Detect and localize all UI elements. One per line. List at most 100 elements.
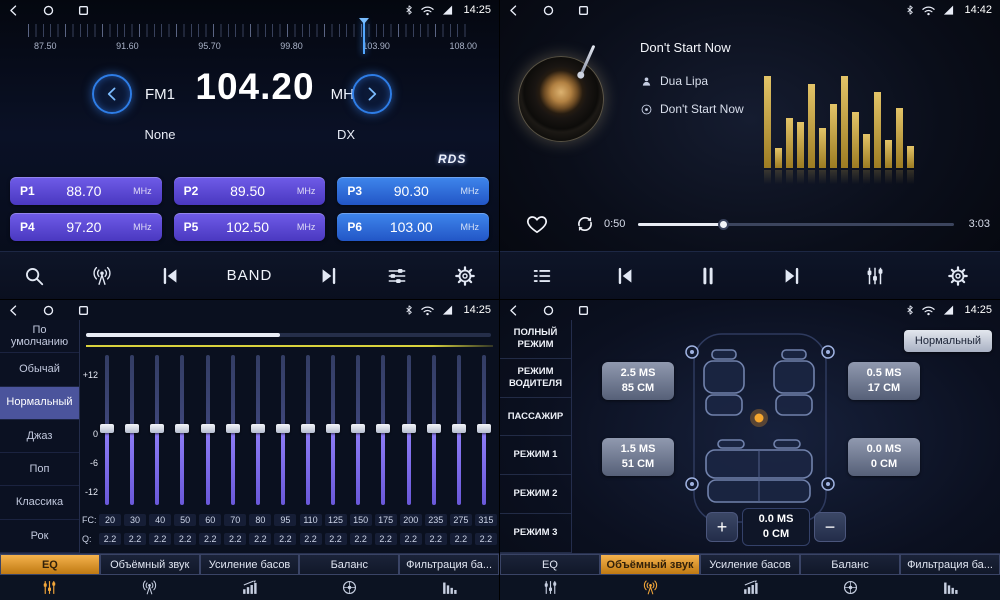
delay-decrease-button[interactable]: −	[814, 512, 846, 542]
radio-preset[interactable]: P2 89.50 MHz	[174, 177, 326, 205]
settings-gear-icon[interactable]	[947, 265, 969, 287]
bass-tab-icon-cell[interactable]	[700, 579, 800, 596]
tab-filter[interactable]: Фильтрация ба...	[900, 554, 1000, 575]
mode-driver[interactable]: РЕЖИМ ВОДИТЕЛЯ	[500, 359, 571, 398]
eq-slider-handle[interactable]	[175, 424, 189, 433]
back-icon[interactable]	[8, 5, 19, 16]
filter-tab-icon-cell[interactable]	[399, 579, 499, 596]
back-icon[interactable]	[508, 305, 519, 316]
eq-scrollbar-thumb[interactable]	[86, 333, 280, 337]
pause-icon[interactable]	[697, 265, 719, 287]
progress-track[interactable]	[638, 223, 954, 226]
home-icon[interactable]	[43, 305, 54, 316]
surround-tab-icon-cell[interactable]	[600, 579, 700, 596]
playlist-queue-icon[interactable]	[531, 265, 553, 287]
eq-band-slider[interactable]	[276, 355, 290, 505]
tab-bass-boost[interactable]: Усиление басов	[200, 554, 300, 575]
eq-preset-item[interactable]: Классика	[0, 486, 79, 519]
delay-rear-left[interactable]: 1.5 MS 51 CM	[602, 438, 674, 476]
mode-1[interactable]: РЕЖИМ 1	[500, 436, 571, 475]
radio-preset[interactable]: P5 102.50 MHz	[174, 213, 326, 241]
eq-slider-handle[interactable]	[150, 424, 164, 433]
tab-balance[interactable]: Баланс	[299, 554, 399, 575]
back-icon[interactable]	[8, 305, 19, 316]
eq-preset-item[interactable]: Поп	[0, 453, 79, 486]
recents-icon[interactable]	[578, 305, 589, 316]
eq-preset-item[interactable]: Рок	[0, 520, 79, 553]
eq-band-slider[interactable]	[201, 355, 215, 505]
eq-preset-item[interactable]: По умолчанию	[0, 320, 79, 353]
eq-preset-item[interactable]: Обычай	[0, 353, 79, 386]
tab-bass-boost[interactable]: Усиление басов	[700, 554, 800, 575]
balance-tab-icon-cell[interactable]	[800, 579, 900, 596]
home-icon[interactable]	[543, 305, 554, 316]
tab-balance[interactable]: Баланс	[800, 554, 900, 575]
broadcast-antenna-icon[interactable]	[91, 265, 113, 287]
equalizer-sliders-icon[interactable]	[864, 265, 886, 287]
settings-gear-icon[interactable]	[454, 265, 476, 287]
next-track-icon[interactable]	[781, 265, 803, 287]
eq-slider-handle[interactable]	[427, 424, 441, 433]
dx-mode-label[interactable]: DX	[316, 127, 376, 142]
delay-front-left[interactable]: 2.5 MS 85 CM	[602, 362, 674, 400]
eq-band-slider[interactable]	[351, 355, 365, 505]
filter-tab-icon-cell[interactable]	[900, 579, 1000, 596]
eq-slider-handle[interactable]	[351, 424, 365, 433]
eq-band-slider[interactable]	[376, 355, 390, 505]
eq-preset-item-selected[interactable]: Нормальный	[0, 387, 79, 420]
eq-slider-handle[interactable]	[100, 424, 114, 433]
delay-increase-button[interactable]: +	[706, 512, 738, 542]
progress-knob[interactable]	[718, 219, 729, 230]
eq-tab-icon-cell[interactable]	[500, 579, 600, 596]
eq-tab-icon-cell[interactable]	[0, 579, 100, 596]
eq-band-slider[interactable]	[427, 355, 441, 505]
eq-preset-item[interactable]: Джаз	[0, 420, 79, 453]
bass-tab-icon-cell[interactable]	[200, 579, 300, 596]
mode-2[interactable]: РЕЖИМ 2	[500, 475, 571, 514]
eq-band-slider[interactable]	[100, 355, 114, 505]
eq-slider-handle[interactable]	[326, 424, 340, 433]
tab-filter[interactable]: Фильтрация ба...	[399, 554, 499, 575]
audio-settings-icon[interactable]	[386, 265, 408, 287]
delay-rear-right[interactable]: 0.0 MS 0 CM	[848, 438, 920, 476]
radio-preset[interactable]: P4 97.20 MHz	[10, 213, 162, 241]
mode-3[interactable]: РЕЖИМ 3	[500, 514, 571, 553]
eq-band-slider[interactable]	[226, 355, 240, 505]
eq-band-slider[interactable]	[175, 355, 189, 505]
scan-search-icon[interactable]	[23, 265, 45, 287]
delay-front-right[interactable]: 0.5 MS 17 CM	[848, 362, 920, 400]
tune-up-button[interactable]	[352, 74, 392, 114]
eq-band-slider[interactable]	[150, 355, 164, 505]
recents-icon[interactable]	[578, 5, 589, 16]
tab-surround[interactable]: Объёмный звук	[600, 554, 700, 575]
tab-eq[interactable]: EQ	[500, 554, 600, 575]
eq-slider-handle[interactable]	[201, 424, 215, 433]
eq-slider-handle[interactable]	[477, 424, 491, 433]
eq-band-slider[interactable]	[402, 355, 416, 505]
radio-preset[interactable]: P1 88.70 MHz	[10, 177, 162, 205]
seek-next-icon[interactable]	[318, 265, 340, 287]
eq-slider-handle[interactable]	[402, 424, 416, 433]
recents-icon[interactable]	[78, 5, 89, 16]
eq-slider-handle[interactable]	[125, 424, 139, 433]
eq-band-slider[interactable]	[301, 355, 315, 505]
tab-eq[interactable]: EQ	[0, 554, 100, 575]
recents-icon[interactable]	[78, 305, 89, 316]
eq-slider-handle[interactable]	[276, 424, 290, 433]
home-icon[interactable]	[43, 5, 54, 16]
tune-down-button[interactable]	[92, 74, 132, 114]
eq-band-slider[interactable]	[251, 355, 265, 505]
band-button[interactable]: BAND	[227, 267, 273, 284]
previous-track-icon[interactable]	[614, 265, 636, 287]
eq-band-slider[interactable]	[477, 355, 491, 505]
repeat-icon[interactable]	[574, 213, 596, 235]
balance-tab-icon-cell[interactable]	[299, 579, 399, 596]
eq-slider-handle[interactable]	[452, 424, 466, 433]
mode-full[interactable]: ПОЛНЫЙ РЕЖИМ	[500, 320, 571, 359]
eq-slider-handle[interactable]	[376, 424, 390, 433]
seek-previous-icon[interactable]	[159, 265, 181, 287]
eq-slider-handle[interactable]	[251, 424, 265, 433]
eq-band-slider[interactable]	[125, 355, 139, 505]
favorite-heart-icon[interactable]	[524, 212, 550, 236]
eq-band-slider[interactable]	[452, 355, 466, 505]
